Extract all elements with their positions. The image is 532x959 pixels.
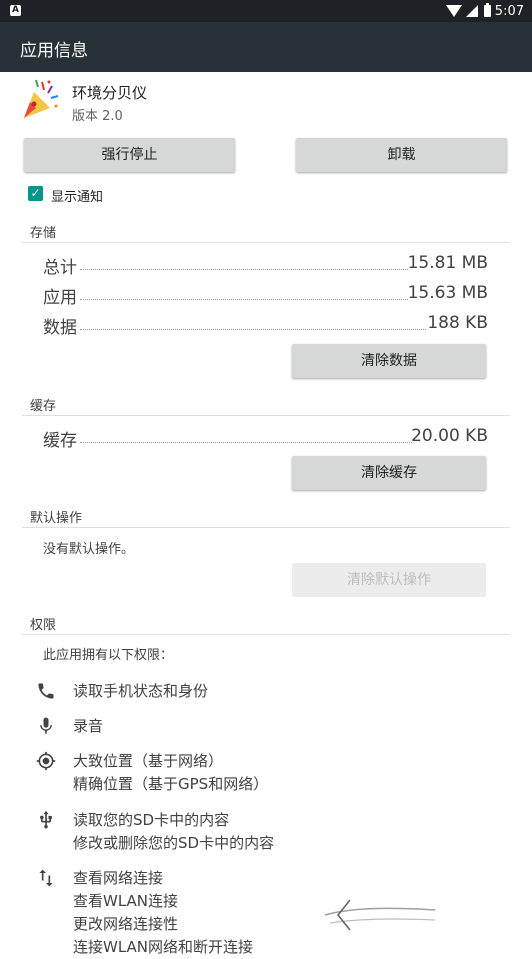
force-stop-button[interactable]: 强行停止 [24,138,235,172]
defaults-section-title: 默认操作 [30,511,83,526]
permissions-section-title: 权限 [30,618,57,633]
leader-dots [80,298,408,300]
permission-location-line-1: 大致位置（基于网络） [73,752,224,770]
usb-icon [40,810,52,829]
storage-divider [22,242,510,243]
page-title: 应用信息 [20,41,88,61]
cache-label: 缓存 [43,431,77,451]
permission-network-line-1: 查看网络连接 [73,869,164,887]
storage-app-value: 15.63 MB [407,283,488,303]
status-bar: A 5:07 [0,0,532,22]
clear-data-button[interactable]: 清除数据 [292,344,486,378]
permission-storage-line-1: 读取您的SD卡中的内容 [73,811,230,829]
swoosh-decoration [324,899,436,931]
leader-dots [80,328,426,330]
leader-dots [80,268,408,270]
uninstall-button[interactable]: 卸载 [296,138,507,172]
battery-icon [483,3,491,17]
signal-icon [465,5,478,17]
cache-divider [22,415,510,416]
app-bar: 应用信息 [0,22,532,72]
status-time: 5:07 [494,3,524,19]
app-name: 环境分贝仪 [72,84,148,102]
permission-phone-line-1: 读取手机状态和身份 [73,682,209,700]
show-notifications-label: 显示通知 [51,190,104,205]
leader-dots [80,441,412,443]
storage-data-label: 数据 [43,318,77,338]
storage-app-label: 应用 [43,288,77,308]
permission-location-line-2: 精确位置（基于GPS和网络） [73,775,269,793]
cache-section-title: 缓存 [30,399,57,414]
cache-value: 20.00 KB [411,426,488,446]
no-defaults-text: 没有默认操作。 [43,542,135,557]
network-arrows-icon [39,869,53,887]
storage-total-label: 总计 [43,258,77,278]
storage-total-value: 15.81 MB [407,253,488,273]
show-notifications-checkbox[interactable]: ✓ [28,186,43,201]
clear-cache-button[interactable]: 清除缓存 [292,456,486,490]
storage-data-value: 188 KB [427,313,488,333]
defaults-divider [22,527,510,528]
location-icon [36,751,56,771]
permission-network-line-3: 更改网络连接性 [73,915,179,933]
permission-storage-line-2: 修改或删除您的SD卡中的内容 [73,834,275,852]
clear-defaults-button: 清除默认操作 [292,563,486,597]
permission-network-line-2: 查看WLAN连接 [73,892,179,910]
wifi-icon [445,5,462,17]
status-icons: 5:07 [445,3,524,19]
notification-icon: A [10,5,21,16]
microphone-icon [40,717,52,734]
permission-mic-line-1: 录音 [73,717,104,735]
permission-network-line-4: 连接WLAN网络和断开连接 [73,938,254,956]
app-version: 版本 2.0 [72,109,123,124]
party-popper-app-icon [24,79,59,118]
phone-icon [38,683,54,699]
permissions-divider [22,634,510,635]
storage-section-title: 存储 [30,226,57,241]
permissions-intro: 此应用拥有以下权限： [43,648,174,663]
